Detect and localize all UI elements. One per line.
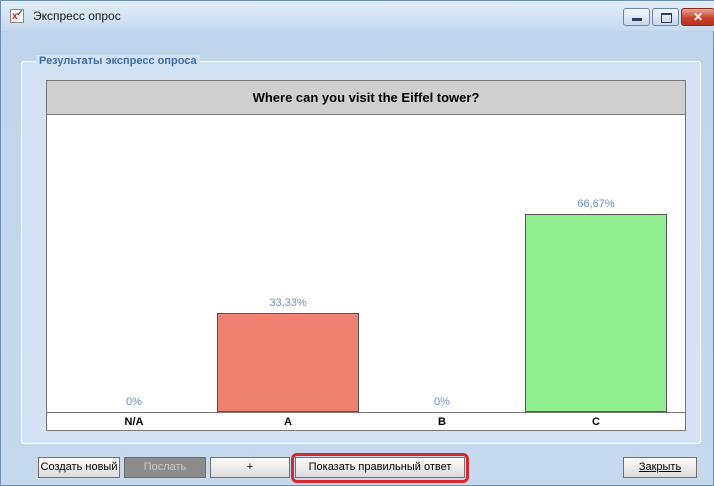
bar-value-label: 0% bbox=[434, 396, 450, 408]
chart-baseline bbox=[47, 412, 685, 413]
group-title: Результаты экспресс опроса bbox=[36, 55, 200, 67]
chart-bar-c bbox=[525, 214, 667, 412]
minimize-icon bbox=[632, 18, 642, 21]
maximize-icon bbox=[661, 13, 672, 23]
send-button[interactable]: Послать bbox=[124, 457, 206, 478]
bar-value-label: 33,33% bbox=[269, 297, 307, 309]
maximize-button[interactable] bbox=[652, 8, 679, 26]
app-check-icon: x ✓ bbox=[10, 8, 24, 23]
category-label: A bbox=[284, 416, 292, 428]
bar-value-label: 66,67% bbox=[577, 198, 615, 210]
chart-bar-a bbox=[217, 313, 359, 412]
title-bar[interactable]: x ✓ Экспресс опрос ✕ bbox=[1, 1, 714, 31]
bar-value-label: 0% bbox=[126, 396, 142, 408]
close-button[interactable]: Закрыть bbox=[623, 457, 697, 478]
chart-title: Where can you visit the Eiffel tower? bbox=[47, 81, 685, 115]
category-label: C bbox=[592, 416, 600, 428]
poll-results-chart: Where can you visit the Eiffel tower? 0%… bbox=[46, 80, 686, 431]
minimize-button[interactable] bbox=[623, 8, 650, 26]
show-answer-highlight bbox=[291, 453, 469, 483]
window-title: Экспресс опрос bbox=[33, 9, 121, 23]
category-label: B bbox=[438, 416, 446, 428]
close-window-button[interactable]: ✕ bbox=[681, 8, 714, 26]
create-new-button[interactable]: Создать новый bbox=[38, 457, 120, 478]
close-icon: ✕ bbox=[692, 10, 704, 24]
add-button[interactable]: + bbox=[210, 457, 290, 478]
category-label: N/A bbox=[124, 416, 144, 428]
